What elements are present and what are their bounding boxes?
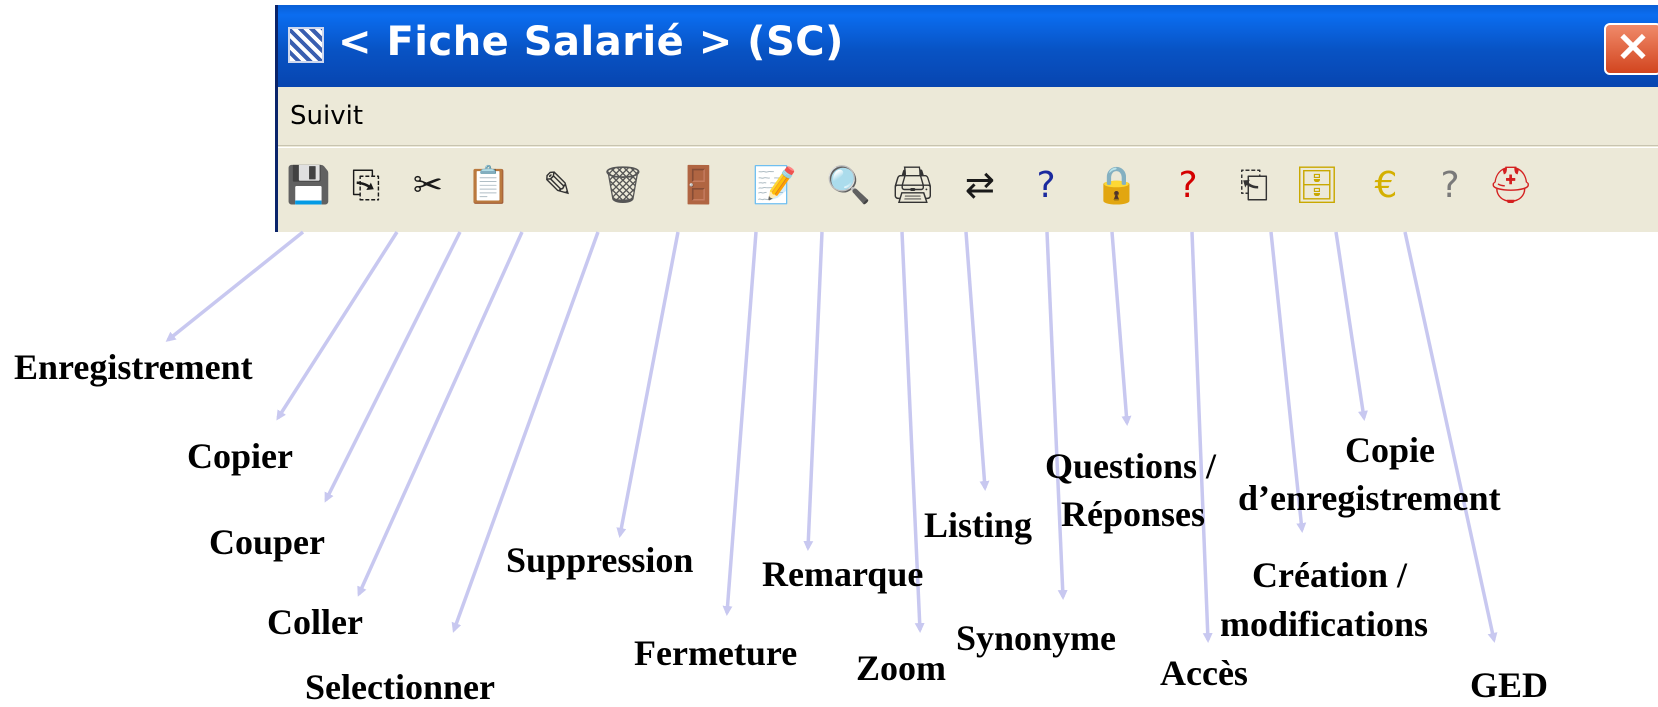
label-zoom: Zoom	[856, 648, 946, 688]
arrow-suppression	[616, 231, 680, 538]
label-ged: GED	[1470, 665, 1549, 705]
label-d-enregistrement: d’enregistrement	[1238, 478, 1501, 518]
label-selectionner: Selectionner	[305, 667, 495, 707]
arrow-copie	[1334, 231, 1368, 421]
label-modifications: modifications	[1220, 604, 1429, 644]
label-copie: Copie	[1345, 430, 1435, 470]
label-fermeture: Fermeture	[634, 633, 798, 673]
arrow-acces	[1190, 231, 1213, 643]
label-questions: Questions /	[1045, 446, 1217, 486]
label-listing: Listing	[924, 505, 1033, 545]
arrow-enregistrement	[165, 230, 305, 342]
label-reponses: Réponses	[1061, 494, 1206, 534]
arrow-listing	[964, 231, 990, 491]
arrow-questions	[1110, 231, 1132, 426]
arrow-synonyme	[1045, 231, 1068, 600]
arrow-couper	[324, 231, 462, 503]
label-couper: Couper	[209, 522, 325, 562]
arrow-remarque	[803, 231, 824, 551]
label-creation: Création /	[1252, 555, 1407, 595]
label-remarque: Remarque	[762, 554, 924, 594]
label-synonyme: Synonyme	[956, 618, 1117, 658]
label-enregistrement: Enregistrement	[14, 347, 253, 387]
arrow-coller	[357, 231, 524, 597]
label-copier: Copier	[187, 436, 293, 476]
label-coller: Coller	[267, 602, 363, 642]
label-acces: Accès	[1160, 653, 1248, 693]
label-suppression: Suppression	[506, 540, 694, 580]
arrow-fermeture	[722, 231, 758, 616]
